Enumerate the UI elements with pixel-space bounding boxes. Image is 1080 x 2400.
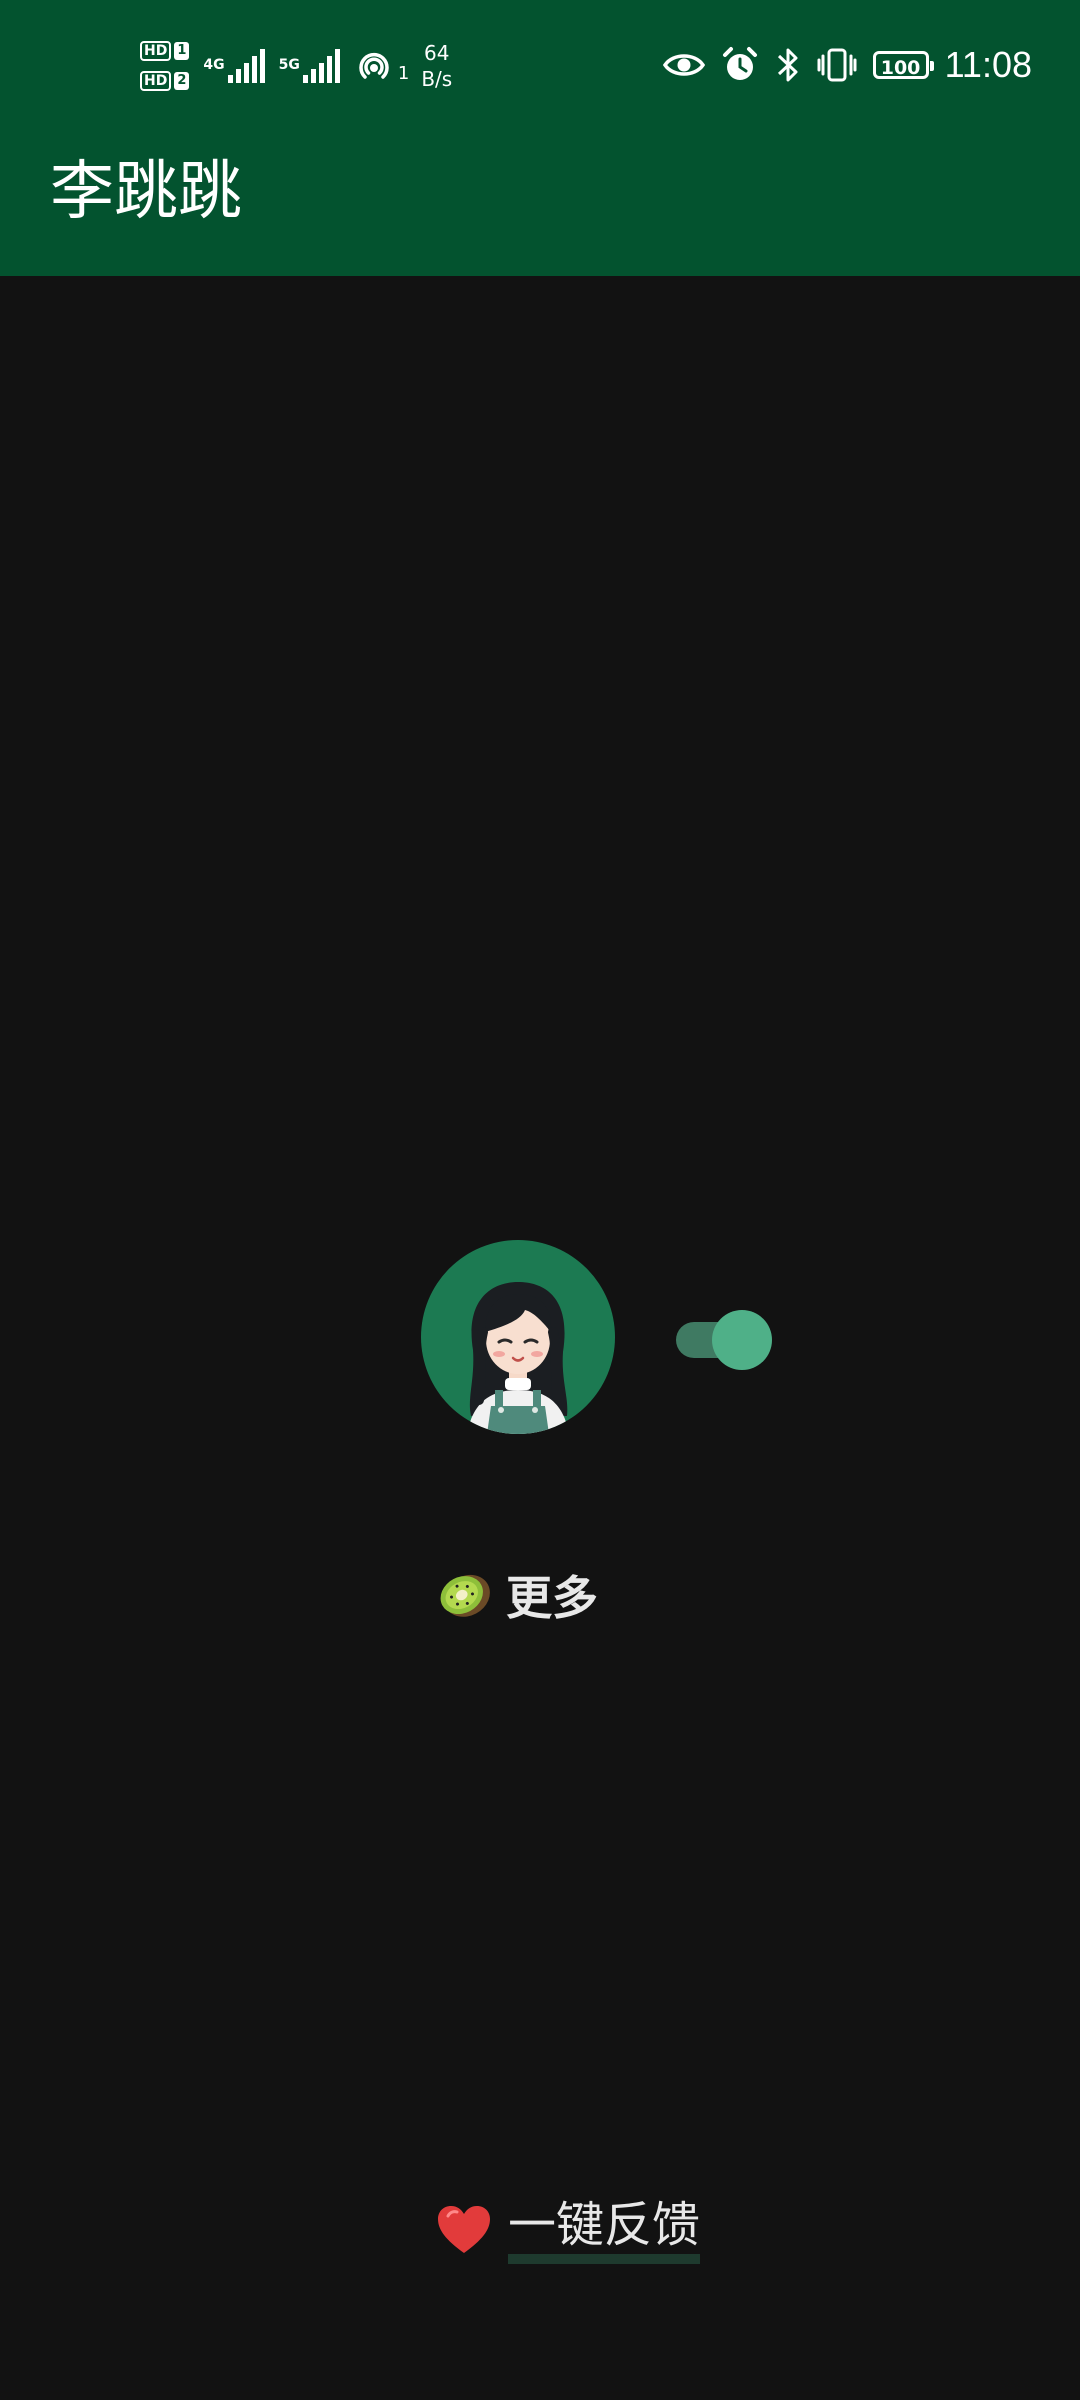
net-speed: 64 B/s [421,40,452,92]
clock: 11:08 [944,44,1032,85]
eye-icon [662,54,705,76]
status-left: HD 1 HD 2 4G 5G 1 64 B/s [140,34,452,98]
service-toggle[interactable] [676,1310,772,1370]
more-button[interactable]: 更多 [436,1563,598,1627]
sim2-indicator: HD 2 [140,71,190,91]
alarm-icon [722,47,757,80]
vibrate-icon [817,48,857,82]
feedback-button[interactable]: 一键反馈 [436,2196,701,2264]
network-type-label: 4G [203,57,225,73]
battery-icon: 100 [872,51,934,79]
hotspot-icon [359,52,389,79]
feedback-label: 一键反馈 [508,2196,701,2264]
page-title: 李跳跳 [50,155,242,229]
sim1-indicator: HD 1 [140,41,190,61]
kiwi-icon [440,1574,490,1617]
signal-bars-icon [227,49,265,83]
signal-4g: 4G [203,49,265,83]
hotspot-count: 1 [397,63,410,84]
sim-indicators: HD 1 HD 2 [140,41,190,91]
toggle-thumb [712,1310,772,1370]
signal-bars-icon [302,49,340,83]
net-speed-unit: B/s [421,67,453,91]
hd-badge: HD [140,71,172,91]
signal-5g: 5G [279,49,340,83]
network-type-label: 5G [278,57,300,73]
bluetooth-icon [777,48,798,82]
app-header: HD 1 HD 2 4G 5G 1 64 B/s 100 11:08 李跳跳 [0,0,1080,276]
battery-level: 100 [880,57,921,79]
sim-slot-number: 1 [174,42,190,60]
girl-avatar-icon [467,1282,569,1434]
heart-icon [438,2206,490,2253]
hd-badge: HD [140,41,172,61]
net-speed-value: 64 [424,41,450,65]
status-right: 100 11:08 [662,40,1032,90]
status-bar: HD 1 HD 2 4G 5G 1 64 B/s 100 11:08 [0,0,1080,130]
sim-slot-number: 2 [174,72,190,90]
more-label: 更多 [506,1571,598,1625]
avatar[interactable] [421,1240,615,1434]
